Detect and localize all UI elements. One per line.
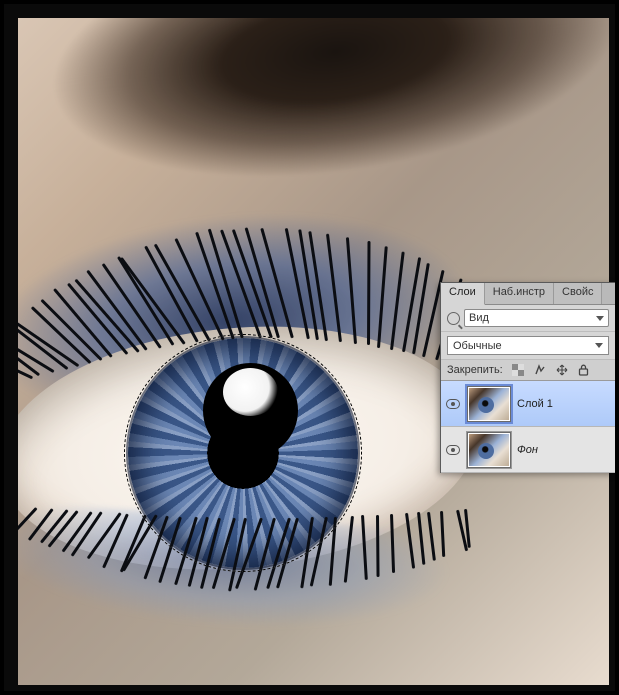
layer-row[interactable]: Слой 1 xyxy=(441,381,615,427)
eye-catchlight xyxy=(223,368,278,416)
lock-transparency-icon[interactable] xyxy=(511,363,525,377)
blend-mode-row: Обычные xyxy=(441,332,615,360)
layers-list: Слой 1 Фон xyxy=(441,381,615,473)
blend-mode-value: Обычные xyxy=(453,340,502,352)
lock-all-icon[interactable] xyxy=(577,363,591,377)
blend-mode-dropdown[interactable]: Обычные xyxy=(447,336,609,355)
layer-visibility-toggle[interactable] xyxy=(445,399,461,409)
layer-row[interactable]: Фон xyxy=(441,427,615,473)
layer-name[interactable]: Фон xyxy=(517,444,538,456)
search-icon xyxy=(447,312,460,325)
tab-layers[interactable]: Слои xyxy=(441,283,485,305)
chevron-down-icon xyxy=(595,343,603,348)
layer-filter-kind-value: Вид xyxy=(469,312,489,324)
lock-position-icon[interactable] xyxy=(555,363,569,377)
layer-thumbnail[interactable] xyxy=(467,386,511,422)
lock-pixels-icon[interactable] xyxy=(533,363,547,377)
layers-panel: Слои Наб.инстр Свойс Вид Обычные Закрепи… xyxy=(440,282,615,473)
layer-filter-kind-dropdown[interactable]: Вид xyxy=(464,309,609,327)
layer-filter-row: Вид xyxy=(441,305,615,332)
layer-thumbnail[interactable] xyxy=(467,432,511,468)
layer-visibility-toggle[interactable] xyxy=(445,445,461,455)
chevron-down-icon xyxy=(596,316,604,321)
layer-name[interactable]: Слой 1 xyxy=(517,398,553,410)
lock-label: Закрепить: xyxy=(447,364,503,376)
panel-tabs: Слои Наб.инстр Свойс xyxy=(441,283,615,305)
tab-tool-presets[interactable]: Наб.инстр xyxy=(485,283,554,304)
app-frame: Слои Наб.инстр Свойс Вид Обычные Закрепи… xyxy=(4,4,615,691)
tab-properties[interactable]: Свойс xyxy=(554,283,602,304)
eye-icon xyxy=(446,399,460,409)
eye-icon xyxy=(446,445,460,455)
lock-row: Закрепить: xyxy=(441,360,615,381)
